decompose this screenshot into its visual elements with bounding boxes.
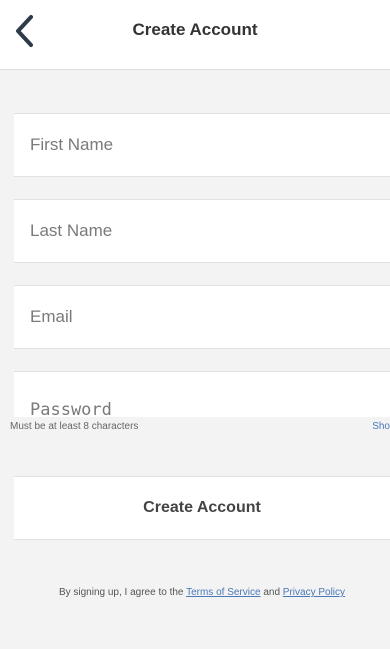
first-name-input[interactable] (14, 114, 390, 176)
page-title: Create Account (132, 20, 258, 39)
first-name-field[interactable] (14, 113, 390, 177)
last-name-input[interactable] (14, 200, 390, 262)
password-hint: Must be at least 8 characters (10, 421, 139, 432)
password-field[interactable] (14, 371, 390, 417)
show-password-toggle[interactable]: Sho (372, 421, 390, 432)
legal-prefix: By signing up, I agree to the (58, 587, 187, 598)
email-input[interactable] (14, 286, 390, 348)
privacy-policy-link[interactable]: Privacy Policy (283, 587, 345, 598)
terms-of-service-link[interactable]: Terms of Service (186, 587, 260, 598)
legal-notice: By signing up, I agree to the Terms of S… (14, 587, 390, 598)
create-account-button[interactable]: Create Account (14, 476, 390, 540)
email-field[interactable] (14, 285, 390, 349)
legal-middle: and (260, 587, 283, 598)
last-name-field[interactable] (14, 199, 390, 263)
navigation-bar: Create Account (0, 0, 390, 70)
password-input[interactable] (14, 372, 390, 417)
